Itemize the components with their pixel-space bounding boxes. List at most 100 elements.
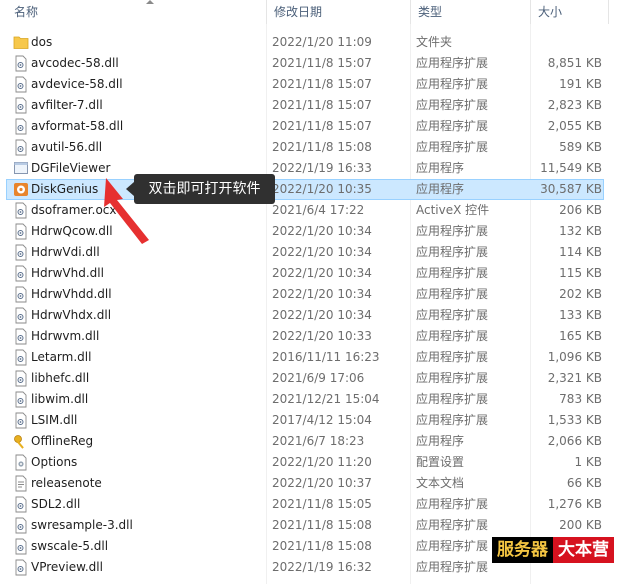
file-type: 应用程序扩展 [416,392,489,406]
file-size: 206 KB [559,203,602,217]
dll-file-icon [13,244,29,261]
file-name[interactable]: avformat-58.dll [31,116,266,137]
file-row[interactable]: DGFileViewer 2022/1/19 16:33 应用程序 11,549 KB [0,158,625,179]
file-row[interactable]: dos 2022/1/20 11:09 文件夹 [0,32,625,53]
file-size: 2,321 KB [547,371,602,385]
file-modified-date: 2016/11/11 16:23 [272,350,380,364]
file-name[interactable]: avdevice-58.dll [31,74,266,95]
file-row[interactable]: swresample-3.dll 2021/11/8 15:08 应用程序扩展 200… [0,515,625,536]
file-list: dos 2022/1/20 11:09 文件夹 avcodec-58.dll 2021/… [0,32,625,578]
file-name[interactable]: swscale-5.dll [31,536,266,557]
file-type: 应用程序 [416,161,465,175]
file-row[interactable]: libhefc.dll 2021/6/9 17:06 应用程序扩展 2,321 KB [0,368,625,389]
file-row[interactable]: SDL2.dll 2021/11/8 15:05 应用程序扩展 1,276 KB [0,494,625,515]
text-file-icon [13,475,29,492]
file-name[interactable]: Options [31,452,266,473]
file-size: 2,055 KB [547,119,602,133]
file-name[interactable]: libwim.dll [31,389,266,410]
dll-file-icon [13,559,29,576]
dll-file-icon [13,412,29,429]
dll-file-icon [13,286,29,303]
file-row[interactable]: Hdrwvm.dll 2022/1/20 10:33 应用程序扩展 165 KB [0,326,625,347]
file-row[interactable]: avutil-56.dll 2021/11/8 15:08 应用程序扩展 589 KB [0,137,625,158]
file-type: 文件夹 [416,35,453,49]
file-modified-date: 2021/11/8 15:07 [272,77,372,91]
file-modified-date: 2021/12/21 15:04 [272,392,380,406]
file-modified-date: 2022/1/20 10:35 [272,182,372,196]
column-header-size[interactable]: 大小 [530,0,608,24]
file-type: 应用程序扩展 [416,287,489,301]
file-type: 应用程序扩展 [416,350,489,364]
file-row[interactable]: OfflineReg 2021/6/7 18:23 应用程序 2,066 KB [0,431,625,452]
file-modified-date: 2022/1/20 10:34 [272,245,372,259]
file-size: 1 KB [574,455,602,469]
file-size: 11,549 KB [540,161,602,175]
diskgenius-app-icon [13,181,29,198]
file-name[interactable]: Letarm.dll [31,347,266,368]
file-name[interactable]: HdrwVhdd.dll [31,284,266,305]
application-icon [13,160,29,177]
file-size: 66 KB [566,476,602,490]
file-name[interactable]: HdrwVhdx.dll [31,305,266,326]
file-name[interactable]: HdrwQcow.dll [31,221,266,242]
file-row[interactable]: releasenote 2022/1/20 10:37 文本文档 66 KB [0,473,625,494]
watermark-part1: 服务器 [492,537,553,563]
column-header-date[interactable]: 修改日期 [266,0,410,24]
file-name[interactable]: avcodec-58.dll [31,53,266,74]
file-type: 应用程序扩展 [416,371,489,385]
file-size: 783 KB [559,392,602,406]
file-row[interactable]: dsoframer.ocx 2021/6/4 17:22 ActiveX 控件 206… [0,200,625,221]
file-modified-date: 2022/1/19 16:33 [272,161,372,175]
file-type: 应用程序扩展 [416,266,489,280]
file-name[interactable]: OfflineReg [31,431,266,452]
file-size [520,32,602,53]
file-modified-date: 2021/6/7 18:23 [272,434,365,448]
file-row[interactable]: HdrwVhdd.dll 2022/1/20 10:34 应用程序扩展 202 KB [0,284,625,305]
file-size: 202 KB [559,287,602,301]
file-name[interactable]: libhefc.dll [31,368,266,389]
file-size: 133 KB [559,308,602,322]
file-name[interactable]: LSIM.dll [31,410,266,431]
file-name[interactable]: avutil-56.dll [31,137,266,158]
file-size: 589 KB [559,140,602,154]
file-type: ActiveX 控件 [416,203,490,217]
file-type: 应用程序 [416,434,465,448]
dll-file-icon [13,139,29,156]
file-name[interactable]: releasenote [31,473,266,494]
file-row[interactable]: avformat-58.dll 2021/11/8 15:07 应用程序扩展 2,05… [0,116,625,137]
file-modified-date: 2021/11/8 15:07 [272,119,372,133]
file-name[interactable]: HdrwVhd.dll [31,263,266,284]
file-name[interactable]: swresample-3.dll [31,515,266,536]
column-divider[interactable] [608,0,609,24]
file-name[interactable]: Hdrwvm.dll [31,326,266,347]
column-header-type[interactable]: 类型 [410,0,530,24]
file-row[interactable]: avdevice-58.dll 2021/11/8 15:07 应用程序扩展 191 … [0,74,625,95]
file-name[interactable]: avfilter-7.dll [31,95,266,116]
file-row[interactable]: avfilter-7.dll 2021/11/8 15:07 应用程序扩展 2,823… [0,95,625,116]
callout-pointer [126,182,134,196]
file-name[interactable]: dos [31,32,266,53]
file-size: 1,533 KB [547,413,602,427]
file-row[interactable]: DiskGenius 2022/1/20 10:35 应用程序 30,587 KB [0,179,625,200]
file-row[interactable]: libwim.dll 2021/12/21 15:04 应用程序扩展 783 KB [0,389,625,410]
file-row[interactable]: LSIM.dll 2017/4/12 15:04 应用程序扩展 1,533 KB [0,410,625,431]
file-row[interactable]: Letarm.dll 2016/11/11 16:23 应用程序扩展 1,096 KB [0,347,625,368]
file-modified-date: 2021/11/8 15:07 [272,98,372,112]
file-size: 8,851 KB [547,56,602,70]
file-row[interactable]: HdrwVhdx.dll 2022/1/20 10:34 应用程序扩展 133 KB [0,305,625,326]
file-row[interactable]: HdrwQcow.dll 2022/1/20 10:34 应用程序扩展 132 KB [0,221,625,242]
file-name[interactable]: SDL2.dll [31,494,266,515]
file-row[interactable]: HdrwVhd.dll 2022/1/20 10:34 应用程序扩展 115 KB [0,263,625,284]
dll-file-icon [13,307,29,324]
dll-file-icon [13,97,29,114]
vertical-scrollbar[interactable] [610,24,625,575]
file-row[interactable]: avcodec-58.dll 2021/11/8 15:07 应用程序扩展 8,851… [0,53,625,74]
file-row[interactable]: HdrwVdi.dll 2022/1/20 10:34 应用程序扩展 114 KB [0,242,625,263]
file-type: 应用程序扩展 [416,224,489,238]
key-icon [13,433,29,450]
column-header-name[interactable]: 名称 [6,0,266,24]
file-size: 1,096 KB [547,350,602,364]
file-row[interactable]: Options 2022/1/20 11:20 配置设置 1 KB [0,452,625,473]
file-type: 配置设置 [416,455,465,469]
file-name[interactable]: HdrwVdi.dll [31,242,266,263]
